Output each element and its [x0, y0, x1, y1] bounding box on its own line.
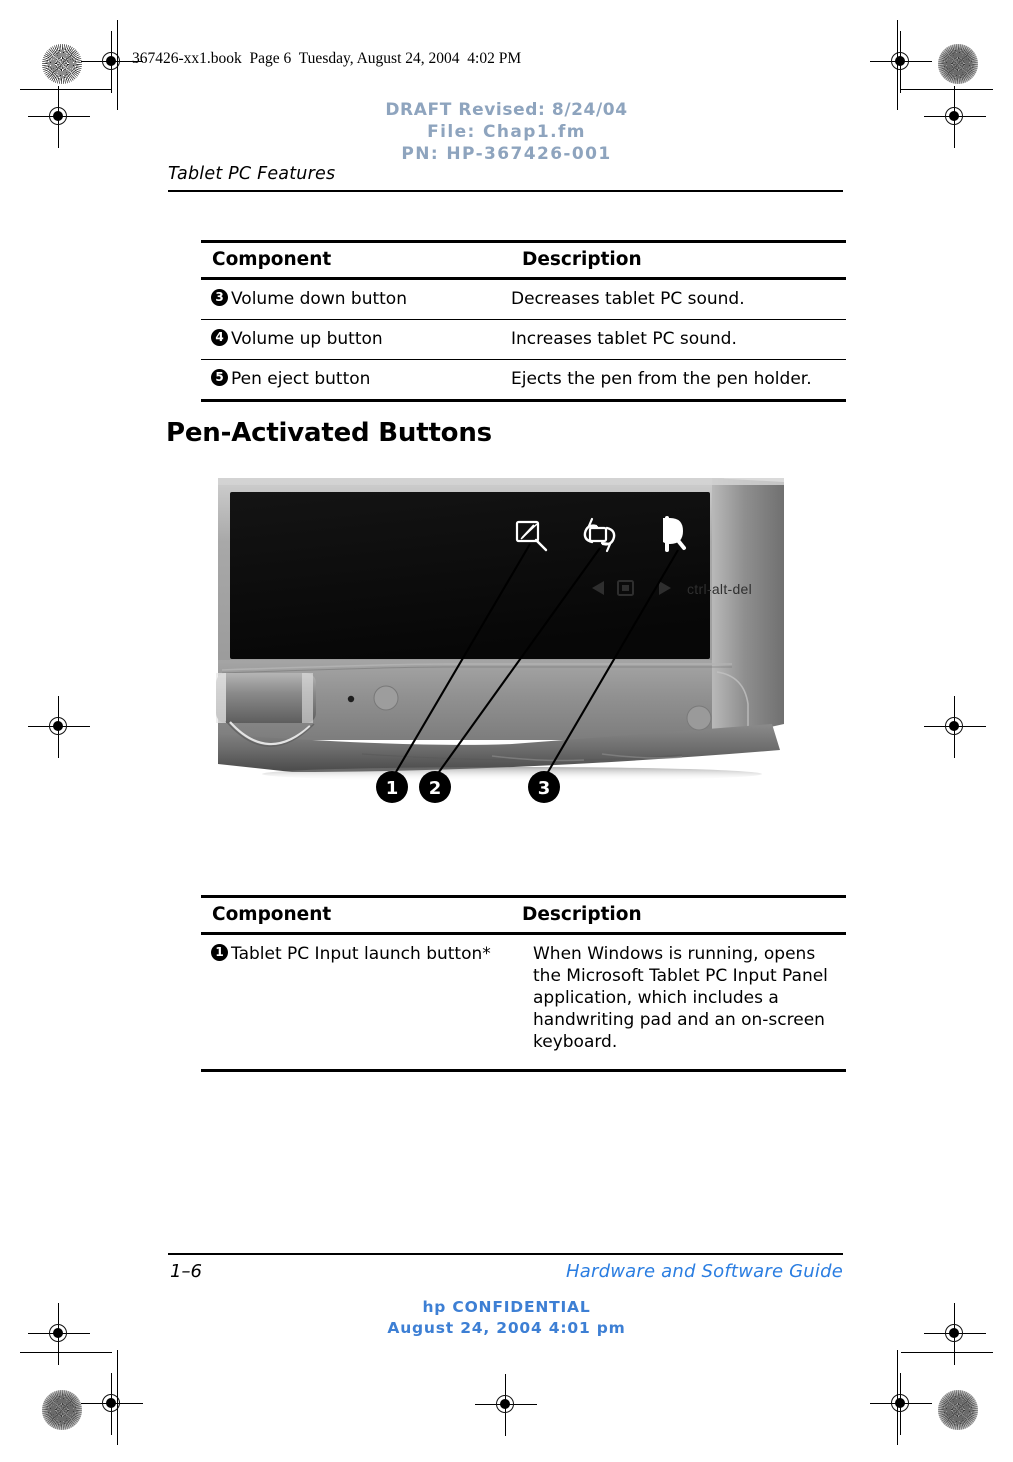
- callout-number-badge: 3: [201, 288, 231, 310]
- table-cell-description: Increases tablet PC sound.: [511, 329, 737, 349]
- table-row: 4 Volume up button Increases tablet PC s…: [201, 320, 846, 359]
- trim-line-right-vertical: [897, 20, 899, 110]
- table-row: 1 Tablet PC Input launch button* When Wi…: [201, 935, 846, 1069]
- table-bottom-bottom-rule: [201, 1069, 846, 1072]
- table-cell-component: Volume up button: [231, 329, 383, 349]
- status-indicator-led: [347, 695, 355, 703]
- table-cell-component: Volume down button: [231, 289, 407, 309]
- table-cell-description: When Windows is running, opens the Micro…: [533, 944, 828, 1052]
- trim-line-top-horizontal-right: [901, 89, 993, 91]
- component-table-bottom: Component Description 1 Tablet PC Input …: [201, 895, 846, 1072]
- registration-target-mid-left: [28, 696, 90, 758]
- figure-callout-1: 1: [376, 771, 408, 803]
- table-cell-component: Tablet PC Input launch button*: [231, 944, 491, 964]
- table-row: 3 Volume down button Decreases tablet PC…: [201, 280, 846, 319]
- table-cell-description: Decreases tablet PC sound.: [511, 289, 745, 309]
- registration-target-mid-right: [924, 696, 986, 758]
- callout-number-badge: 5: [201, 368, 231, 390]
- print-slug: 367426-xx1.book Page 6 Tuesday, August 2…: [132, 50, 522, 67]
- callout-number-badge: 1: [201, 943, 231, 1053]
- ctrl-alt-del-label: ctrl-alt-del: [687, 581, 752, 597]
- trim-line-right-vertical-bottom: [897, 1350, 899, 1445]
- draft-file-line: File: Chap1.fm: [427, 122, 586, 142]
- document-page: 367426-xx1.book Page 6 Tuesday, August 2…: [0, 0, 1013, 1462]
- table-bottom-header-description: Description: [522, 904, 642, 925]
- draft-revised-line: DRAFT Revised: 8/24/04: [385, 100, 628, 120]
- svg-text:2: 2: [429, 778, 442, 799]
- confidential-line-2: August 24, 2004 4:01 pm: [387, 1319, 626, 1337]
- figure-callout-2: 2: [419, 771, 451, 803]
- confidential-line-1: hp CONFIDENTIAL: [422, 1298, 591, 1316]
- registration-starburst-bottom-right: [938, 1390, 978, 1430]
- table-cell-component: Pen eject button: [231, 369, 371, 389]
- draft-header: DRAFT Revised: 8/24/04 File: Chap1.fm PN…: [0, 99, 1013, 165]
- registration-target-top-left: [81, 31, 143, 93]
- registration-target-top-right: [870, 31, 932, 93]
- callout-number-badge: 4: [201, 328, 231, 350]
- round-bezel-button: [373, 685, 399, 711]
- trim-line-bottom-horizontal-right: [901, 1352, 993, 1354]
- table-row: 5 Pen eject button Ejects the pen from t…: [201, 360, 846, 399]
- trim-line-left-vertical-bottom: [117, 1350, 119, 1445]
- component-table-top: Component Description 3 Volume down butt…: [201, 240, 846, 402]
- trim-line-bottom-horizontal-left: [20, 1352, 112, 1354]
- footer-page-number: 1–6: [170, 1261, 202, 1282]
- table-cell-description: Ejects the pen from the pen holder.: [511, 369, 812, 389]
- tablet-screen: [230, 492, 710, 659]
- registration-starburst-top-left: [42, 44, 82, 84]
- table-bottom-rule: [201, 399, 846, 402]
- running-head-title: Tablet PC Features: [168, 164, 336, 184]
- running-head-rule: [168, 190, 843, 192]
- confidential-stamp: hp CONFIDENTIAL August 24, 2004 4:01 pm: [0, 1297, 1013, 1339]
- trim-line-left-vertical: [117, 20, 119, 110]
- tablet-pc-figure: ctrl-alt-del 1 2 3: [212, 472, 792, 822]
- figure-callout-3: 3: [528, 771, 560, 803]
- table-bottom-header-component: Component: [212, 904, 332, 925]
- svg-text:3: 3: [538, 778, 551, 799]
- registration-starburst-top-right: [938, 44, 978, 84]
- registration-starburst-bottom-left: [42, 1390, 82, 1430]
- trim-line-top-horizontal-left: [20, 89, 112, 91]
- draft-pn-line: PN: HP-367426-001: [401, 144, 612, 164]
- section-heading: Pen-Activated Buttons: [166, 418, 492, 448]
- table-top-header-description: Description: [522, 249, 642, 270]
- footer-guide-title: Hardware and Software Guide: [566, 1261, 843, 1282]
- registration-target-bottom-left: [81, 1373, 143, 1435]
- table-top-header-row: Component Description: [201, 243, 846, 277]
- table-top-header-component: Component: [212, 249, 332, 270]
- svg-text:1: 1: [386, 778, 399, 799]
- registration-target-bottom-center: [475, 1374, 537, 1436]
- registration-target-bottom-right: [870, 1373, 932, 1435]
- footer-rule: [168, 1253, 843, 1255]
- power-button-right: [686, 705, 712, 731]
- table-bottom-header-row: Component Description: [201, 898, 846, 932]
